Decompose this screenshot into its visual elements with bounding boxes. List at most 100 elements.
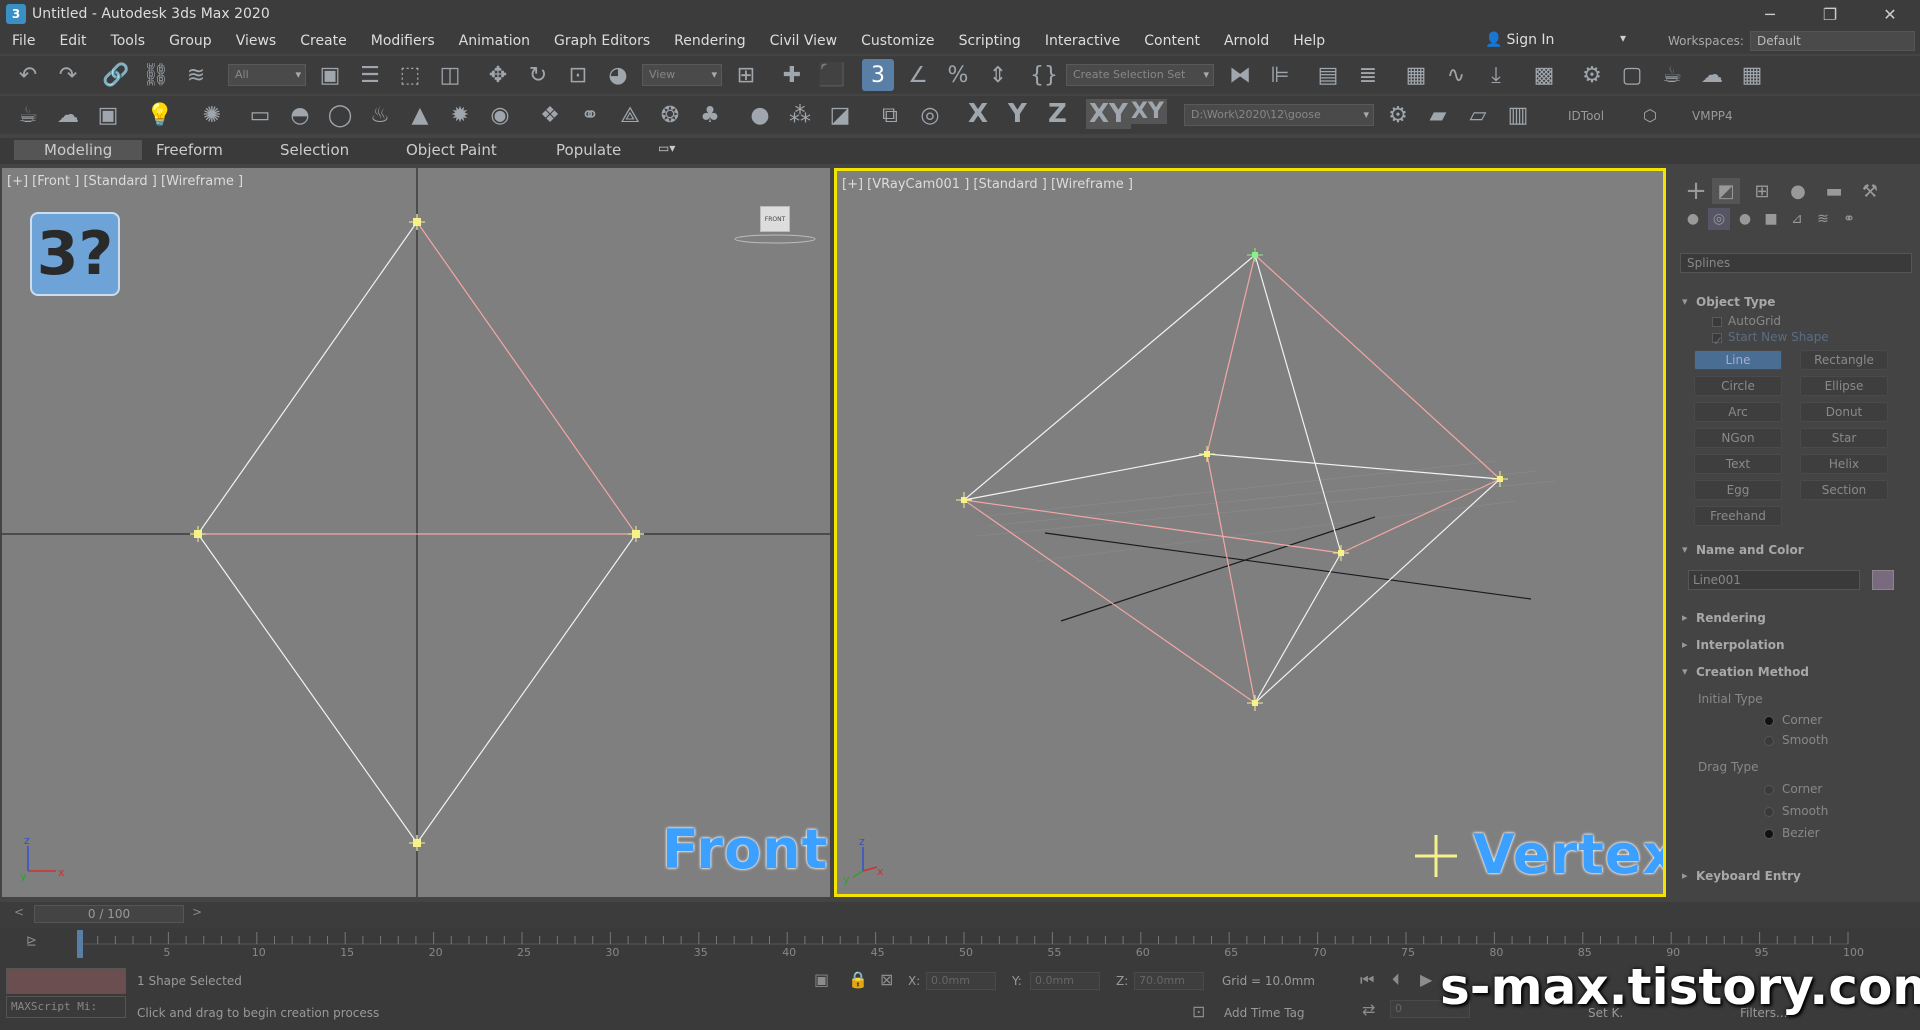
- menu-civil-view[interactable]: Civil View: [758, 33, 849, 49]
- display-tab-icon[interactable]: ▬: [1820, 178, 1848, 204]
- teapot-object-icon[interactable]: ♨: [364, 99, 396, 131]
- multi-material-icon[interactable]: ⁂: [784, 99, 816, 131]
- select-object-icon[interactable]: ▣: [314, 59, 346, 91]
- object-type-rollout[interactable]: Object Type: [1680, 292, 1912, 312]
- helix-button[interactable]: Helix: [1800, 454, 1888, 474]
- cameras-icon[interactable]: ■: [1760, 208, 1782, 230]
- front-viewport[interactable]: x z y [+] [Front ] [Standard ] [Wirefram…: [2, 168, 830, 897]
- menu-views[interactable]: Views: [224, 33, 289, 49]
- axis-xy-button[interactable]: XY: [1086, 99, 1131, 129]
- axis-xy-cycle-button[interactable]: XY: [1128, 99, 1167, 124]
- egg-button[interactable]: Egg: [1694, 480, 1782, 500]
- light-icon[interactable]: 💡: [144, 99, 176, 131]
- dome-light-icon[interactable]: ◉: [484, 99, 516, 131]
- maxscript-mini-listener[interactable]: MAXScript Mi:: [6, 996, 126, 1018]
- lens-icon[interactable]: ◎: [914, 99, 946, 131]
- cone-light-icon[interactable]: ▲: [404, 99, 436, 131]
- edit-named-selection-icon[interactable]: {}: [1028, 59, 1060, 91]
- spinner-snap-icon[interactable]: ⇕: [982, 59, 1014, 91]
- restore-button[interactable]: ❐: [1800, 0, 1860, 28]
- menu-tools[interactable]: Tools: [99, 33, 158, 49]
- teapot-icon[interactable]: ☕: [12, 99, 44, 131]
- donut-button[interactable]: Donut: [1800, 402, 1888, 422]
- space-warps-icon[interactable]: ≋: [1812, 208, 1834, 230]
- menu-group[interactable]: Group: [157, 33, 224, 49]
- pivot-center-icon[interactable]: ⊞: [730, 59, 762, 91]
- keyboard-shortcut-toggle-icon[interactable]: ⬛: [816, 59, 848, 91]
- render-in-cloud-icon[interactable]: ☁: [1696, 59, 1728, 91]
- cloud-icon[interactable]: ☁: [52, 99, 84, 131]
- next-frame-arrow-icon[interactable]: >: [192, 905, 202, 919]
- track-bar[interactable]: ⊵ 5 10 15 20 25 30 35 40 45 50 55 60 65 70 75 80 85 90 95 1…: [0, 928, 1920, 962]
- settings-hex-icon[interactable]: ⬡: [1634, 99, 1666, 131]
- geometry-icon[interactable]: ●: [1682, 208, 1704, 230]
- named-selection-dropdown[interactable]: Create Selection Set: [1066, 64, 1214, 86]
- select-by-name-icon[interactable]: ☰: [354, 59, 386, 91]
- vfb-icon[interactable]: ◪: [824, 99, 856, 131]
- helpers-icon[interactable]: ⊿: [1786, 208, 1808, 230]
- plane-icon[interactable]: ▭: [244, 99, 276, 131]
- sphere-ring-icon[interactable]: ◯: [324, 99, 356, 131]
- render-setup-icon[interactable]: ⚙: [1576, 59, 1608, 91]
- menu-edit[interactable]: Edit: [47, 33, 98, 49]
- move-icon[interactable]: ✥: [482, 59, 514, 91]
- menu-graph-editors[interactable]: Graph Editors: [542, 33, 662, 49]
- key-mode-icon[interactable]: ⇄: [1362, 1000, 1375, 1019]
- front-viewport-label[interactable]: [+] [Front ] [Standard ] [Wireframe ]: [7, 174, 243, 189]
- proxy-icon[interactable]: ❖: [534, 99, 566, 131]
- rendering-rollout[interactable]: Rendering: [1680, 608, 1912, 628]
- material-editor-icon[interactable]: ▩: [1528, 59, 1560, 91]
- circle-button[interactable]: Circle: [1694, 376, 1782, 396]
- tab-object-paint[interactable]: Object Paint: [406, 141, 497, 159]
- time-slider[interactable]: < 0 / 100 >: [0, 902, 1920, 928]
- maxscript-listener-input[interactable]: [6, 968, 126, 994]
- initial-corner-radio[interactable]: Corner: [1764, 713, 1822, 727]
- menu-scripting[interactable]: Scripting: [947, 33, 1033, 49]
- time-tag-icon[interactable]: ⊡: [1192, 1002, 1205, 1021]
- close-button[interactable]: ✕: [1860, 0, 1920, 28]
- viewcube-icon[interactable]: FRONT: [760, 206, 790, 232]
- axis-y-button[interactable]: Y: [1008, 99, 1027, 129]
- percent-snap-icon[interactable]: %: [942, 59, 974, 91]
- hierarchy-tab-icon[interactable]: ⊞: [1748, 178, 1776, 204]
- menu-animation[interactable]: Animation: [447, 33, 542, 49]
- start-new-shape-checkbox[interactable]: ✓ Start New Shape: [1712, 330, 1829, 348]
- rotate-icon[interactable]: ↻: [522, 59, 554, 91]
- curve-editor-icon[interactable]: ∿: [1440, 59, 1472, 91]
- ngon-button[interactable]: NGon: [1694, 428, 1782, 448]
- tab-selection[interactable]: Selection: [280, 141, 349, 159]
- sun-icon[interactable]: ✹: [444, 99, 476, 131]
- ellipse-button[interactable]: Ellipse: [1800, 376, 1888, 396]
- text-button[interactable]: Text: [1694, 454, 1782, 474]
- y-coordinate-field[interactable]: 0.0mm: [1030, 972, 1100, 990]
- z-coordinate-field[interactable]: 70.0mm: [1134, 972, 1204, 990]
- undo-icon[interactable]: ↶: [12, 59, 44, 91]
- add-time-tag-button[interactable]: Add Time Tag: [1224, 1006, 1305, 1020]
- shapes-icon[interactable]: ◎: [1708, 208, 1730, 230]
- axis-z-button[interactable]: Z: [1048, 99, 1067, 129]
- create-tab-icon[interactable]: +: [1682, 176, 1710, 206]
- freehand-button[interactable]: Freehand: [1694, 506, 1782, 526]
- scale-icon[interactable]: ⊡: [562, 59, 594, 91]
- frame-icon[interactable]: ▣: [92, 99, 124, 131]
- menu-content[interactable]: Content: [1132, 33, 1212, 49]
- motion-tab-icon[interactable]: ●: [1784, 178, 1812, 204]
- dome-icon[interactable]: ◓: [284, 99, 316, 131]
- vertex-left[interactable]: [956, 492, 972, 508]
- absolute-mode-icon[interactable]: ⊠: [880, 970, 893, 989]
- vertex-back[interactable]: [1199, 446, 1215, 462]
- menu-create[interactable]: Create: [288, 33, 359, 49]
- selection-lock-icon[interactable]: 🔒: [848, 970, 868, 989]
- creation-method-rollout[interactable]: Creation Method: [1680, 662, 1912, 682]
- project-folder-dropdown[interactable]: D:\Work\2020\12\goose: [1184, 104, 1374, 126]
- camera-tools-icon[interactable]: ⧉: [874, 99, 906, 131]
- place-icon[interactable]: ◕: [602, 59, 634, 91]
- lights-icon[interactable]: ●: [1734, 208, 1756, 230]
- mesh-icon[interactable]: ✺: [196, 99, 228, 131]
- prev-frame-arrow-icon[interactable]: <: [14, 905, 24, 919]
- modify-tab-icon[interactable]: ◩: [1712, 178, 1740, 204]
- category-dropdown[interactable]: Splines: [1680, 253, 1912, 273]
- menu-interactive[interactable]: Interactive: [1033, 33, 1132, 49]
- tab-freeform[interactable]: Freeform: [156, 141, 223, 159]
- align-icon[interactable]: ⊫: [1264, 59, 1296, 91]
